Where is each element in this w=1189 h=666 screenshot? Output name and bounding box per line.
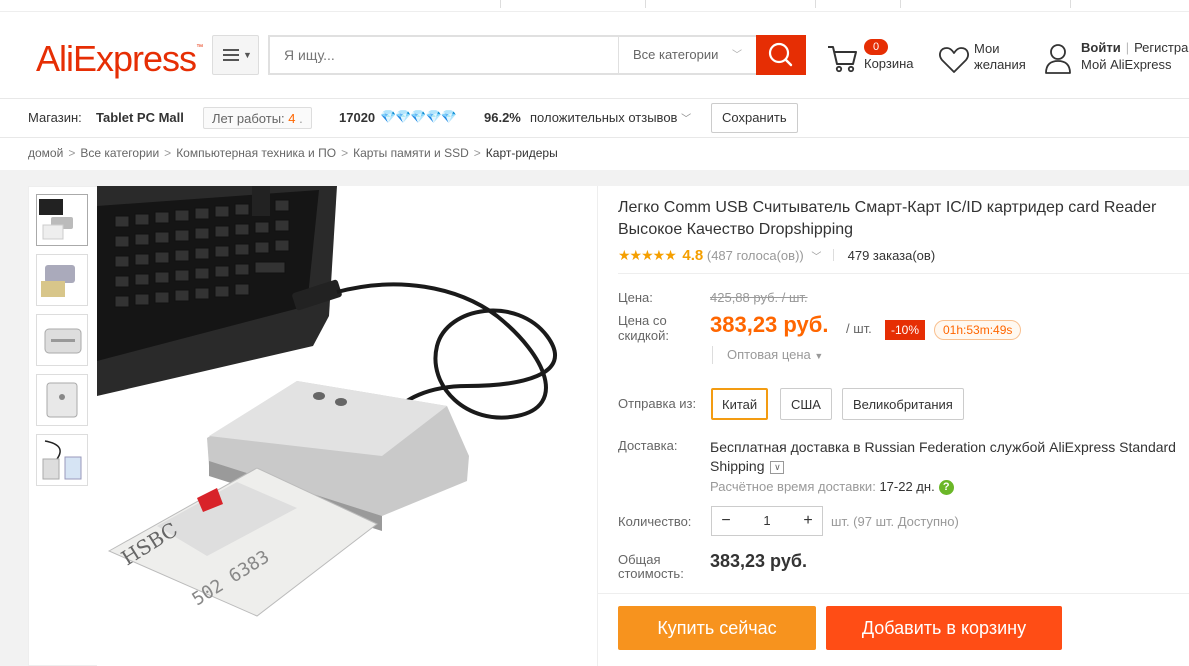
quantity-stepper: − 1 +: [711, 506, 823, 536]
cart-icon: [828, 46, 857, 73]
price-unit: / шт.: [846, 321, 872, 336]
top-strip: [0, 0, 1189, 12]
aliexpress-logo[interactable]: AliExpress™: [36, 38, 203, 80]
site-header: AliExpress™ ▼ Все категории ﹀ 0 Корзина …: [0, 12, 1189, 98]
chevron-down-icon: ﹀: [681, 114, 692, 125]
quantity-available: шт. (97 шт. Доступно): [831, 514, 959, 529]
rating-row: ★★★★★ 4.8 (487 голоса(ов)) ﹀ 479 заказа(…: [618, 247, 935, 264]
decrease-button[interactable]: −: [712, 507, 740, 535]
card-reader-product-image: HSBC 502 6383: [97, 186, 557, 617]
store-bar: Магазин: Tablet PC Mall Лет работы: 4 . …: [0, 98, 1189, 138]
orders-count: 479 заказа(ов): [847, 248, 936, 263]
breadcrumb: домой > Все категории > Компьютерная техника…: [28, 146, 558, 160]
thumbnail-image[interactable]: [36, 314, 88, 366]
account-area: Войти|Регистрация Мой AliExpress: [1044, 40, 1189, 80]
ship-from-label: Отправка из:: [618, 396, 697, 411]
votes-link[interactable]: (487 голоса(ов)): [707, 248, 804, 263]
feedback-score[interactable]: 17020: [339, 110, 375, 125]
divider: [618, 273, 1189, 274]
shop-label: Магазин:: [28, 110, 82, 125]
search-bar: Все категории ﹀: [268, 35, 806, 75]
total-price: 383,23 руб.: [710, 551, 807, 571]
login-link[interactable]: Войти: [1081, 40, 1121, 55]
cart-label: Корзина: [864, 56, 914, 71]
discount-badge: -10%: [885, 320, 925, 340]
rating-stars-icon: ★★★★★: [618, 247, 677, 263]
category-menu-button[interactable]: ▼: [212, 35, 259, 75]
add-to-cart-button[interactable]: Добавить в корзину: [826, 606, 1062, 650]
wishlist-link[interactable]: Мои желания: [938, 40, 1038, 80]
divider: [598, 593, 1189, 594]
rating-value: 4.8: [682, 247, 704, 264]
register-link[interactable]: Регистрация: [1134, 40, 1189, 55]
product-title: Легко Comm USB Считыватель Смарт-Карт IC…: [618, 199, 1157, 238]
breadcrumb-card-readers[interactable]: Карт-ридеры: [486, 146, 558, 160]
diamond-rank-icon: 💎💎💎💎💎: [380, 109, 457, 124]
thumbnail-image[interactable]: [36, 374, 88, 426]
breadcrumb-memory-cards[interactable]: Карты памяти и SSD: [353, 146, 469, 160]
search-button[interactable]: [756, 35, 806, 75]
search-input[interactable]: [270, 37, 618, 73]
thumbnail-list: [36, 194, 90, 494]
cart-link[interactable]: 0 Корзина: [826, 39, 926, 80]
ship-from-china[interactable]: Китай: [711, 388, 769, 420]
breadcrumb-computers[interactable]: Компьютерная техника и ПО: [176, 146, 336, 160]
shop-name-link[interactable]: Tablet PC Mall: [96, 110, 184, 125]
category-select[interactable]: Все категории ﹀: [618, 37, 756, 73]
user-icon: [1045, 44, 1071, 74]
thumbnail-image[interactable]: [36, 254, 88, 306]
my-aliexpress-link[interactable]: Мой AliExpress: [1081, 57, 1172, 72]
discount-price: 383,23 руб.: [710, 312, 829, 337]
wishlist-label: Мои желания: [974, 41, 1026, 72]
estimated-delivery: Расчётное время доставки: 17-22 дн.?: [710, 479, 954, 496]
total-label: Общая стоимость:: [618, 552, 684, 581]
positive-feedback-dropdown[interactable]: положительных отзывов ﹀: [530, 110, 691, 125]
breadcrumb-all-categories[interactable]: Все категории: [80, 146, 159, 160]
chevron-down-icon[interactable]: ∨: [770, 460, 785, 474]
delivery-label: Доставка:: [618, 438, 678, 453]
discount-price-label: Цена со скидкой:: [618, 313, 669, 343]
help-icon[interactable]: ?: [938, 480, 954, 496]
chevron-down-icon: ﹀: [732, 50, 742, 61]
ship-from-uk[interactable]: Великобритания: [842, 388, 964, 420]
delivery-option[interactable]: Бесплатная доставка в Russian Federation…: [710, 438, 1188, 476]
thumbnail-image[interactable]: [36, 194, 88, 246]
caret-down-icon: ▼: [814, 351, 824, 361]
breadcrumb-home[interactable]: домой: [28, 146, 63, 160]
wholesale-price-dropdown[interactable]: Оптовая цена ▼: [712, 346, 823, 364]
store-years-badge: Лет работы: 4 .: [203, 107, 312, 129]
ship-from-usa[interactable]: США: [780, 388, 832, 420]
old-price: 425,88 руб. / шт.: [710, 290, 808, 305]
quantity-input[interactable]: 1: [740, 507, 794, 535]
product-main-image[interactable]: HSBC 502 6383: [97, 186, 597, 666]
increase-button[interactable]: +: [794, 507, 822, 535]
heart-icon: [939, 47, 969, 73]
countdown-timer: 01h:53m:49s: [934, 320, 1022, 340]
chevron-down-icon[interactable]: ﹀: [811, 252, 821, 263]
positive-percent: 96.2%: [484, 110, 521, 125]
caret-down-icon: ▼: [243, 50, 252, 60]
thumbnail-image[interactable]: [36, 434, 88, 486]
price-label: Цена:: [618, 290, 653, 305]
hamburger-icon: [223, 49, 239, 61]
quantity-label: Количество:: [618, 514, 692, 529]
buy-now-button[interactable]: Купить сейчас: [618, 606, 816, 650]
cart-count-badge: 0: [864, 39, 888, 55]
search-icon: [768, 42, 793, 67]
save-store-button[interactable]: Сохранить: [711, 103, 798, 133]
